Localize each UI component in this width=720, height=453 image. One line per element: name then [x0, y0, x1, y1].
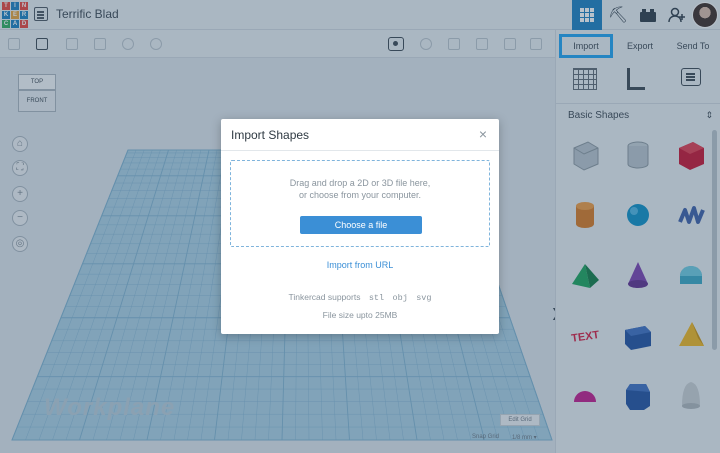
file-size-limit: File size upto 25MB [322, 310, 398, 320]
format-stl: stl [368, 293, 385, 303]
dialog-header: Import Shapes × [221, 119, 499, 151]
dropzone-text-line2: or choose from your computer. [298, 190, 422, 200]
dropzone-text-line1: Drag and drop a 2D or 3D file here, [289, 178, 431, 188]
close-icon[interactable]: × [479, 127, 487, 141]
import-shapes-dialog: Import Shapes × Drag and drop a 2D or 3D… [221, 119, 499, 334]
supported-formats: Tinkercad supports stl obj svg [221, 292, 499, 303]
file-dropzone[interactable]: Drag and drop a 2D or 3D file here, or c… [230, 160, 490, 247]
dialog-title: Import Shapes [231, 128, 310, 142]
format-svg: svg [416, 293, 432, 303]
supports-label: Tinkercad supports [288, 292, 361, 302]
choose-file-button[interactable]: Choose a file [300, 216, 422, 234]
format-obj: obj [392, 293, 408, 303]
import-from-url-link[interactable]: Import from URL [221, 260, 499, 270]
